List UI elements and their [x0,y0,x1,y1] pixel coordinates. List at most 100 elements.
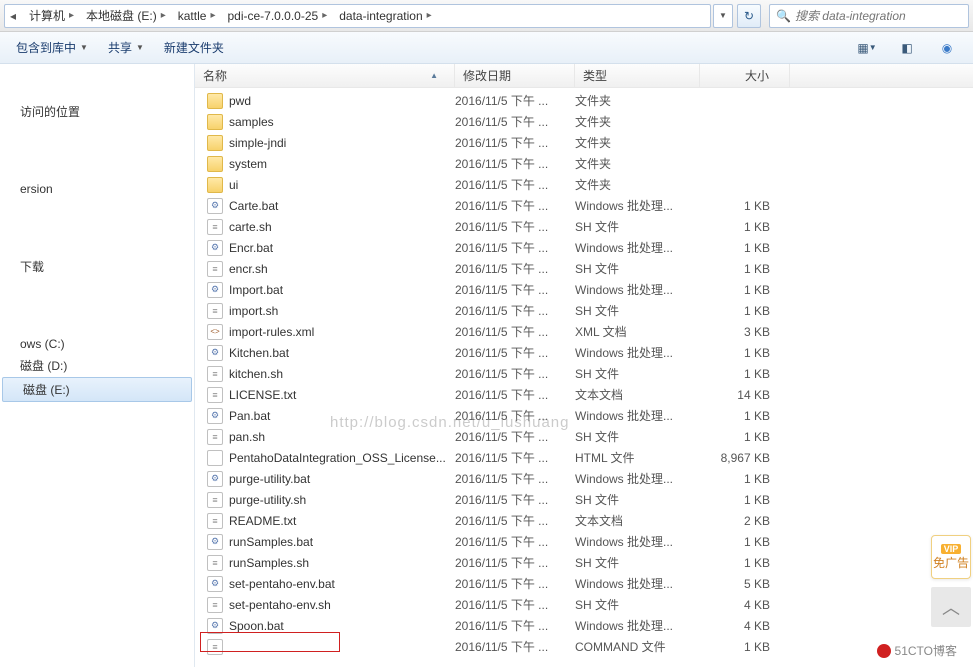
file-size: 1 KB [700,304,790,318]
file-date: 2016/11/5 下午 ... [455,638,575,655]
file-type: SH 文件 [575,554,700,571]
sidebar-item-version[interactable]: ersion [0,179,194,199]
column-header-name[interactable]: 名称▲ [195,64,455,87]
file-type: SH 文件 [575,218,700,235]
search-box[interactable]: 🔍 [769,4,969,28]
sidebar-item-downloads[interactable]: 下载 [0,255,194,278]
file-row[interactable]: Spoon.bat2016/11/5 下午 ...Windows 批处理...4… [195,615,973,636]
file-row[interactable]: encr.sh2016/11/5 下午 ...SH 文件1 KB [195,258,973,279]
txt-icon [207,513,223,529]
file-size: 14 KB [700,388,790,402]
file-row[interactable]: system2016/11/5 下午 ...文件夹 [195,153,973,174]
file-row[interactable]: Pan.bat2016/11/5 下午 ...Windows 批处理...1 K… [195,405,973,426]
sidebar-item-recent[interactable]: 访问的位置 [0,100,194,123]
file-row[interactable]: purge-utility.sh2016/11/5 下午 ...SH 文件1 K… [195,489,973,510]
breadcrumb-item[interactable]: 计算机▸ [21,5,78,27]
history-dropdown-button[interactable]: ▼ [713,4,733,28]
breadcrumb-item[interactable]: 本地磁盘 (E:)▸ [78,5,170,27]
file-size: 4 KB [700,619,790,633]
file-row[interactable]: samples2016/11/5 下午 ...文件夹 [195,111,973,132]
file-row[interactable]: purge-utility.bat2016/11/5 下午 ...Windows… [195,468,973,489]
file-row[interactable]: Kitchen.bat2016/11/5 下午 ...Windows 批处理..… [195,342,973,363]
file-row[interactable]: Carte.bat2016/11/5 下午 ...Windows 批处理...1… [195,195,973,216]
file-type: Windows 批处理... [575,470,700,487]
file-row[interactable]: ui2016/11/5 下午 ...文件夹 [195,174,973,195]
file-row[interactable]: Import.bat2016/11/5 下午 ...Windows 批处理...… [195,279,973,300]
file-row[interactable]: simple-jndi2016/11/5 下午 ...文件夹 [195,132,973,153]
file-date: 2016/11/5 下午 ... [455,92,575,109]
file-size: 1 KB [700,283,790,297]
view-options-button[interactable]: ▦ ▼ [849,37,885,59]
file-row[interactable]: import.sh2016/11/5 下午 ...SH 文件1 KB [195,300,973,321]
share-button[interactable]: 共享▼ [100,37,152,59]
file-type: SH 文件 [575,302,700,319]
sh-icon [207,492,223,508]
scroll-to-top-button[interactable]: ︿ [931,587,971,627]
file-row[interactable]: README.txt2016/11/5 下午 ...文本文档2 KB [195,510,973,531]
file-row[interactable]: set-pentaho-env.bat2016/11/5 下午 ...Windo… [195,573,973,594]
file-type: SH 文件 [575,428,700,445]
file-name: import-rules.xml [229,325,314,339]
sh-icon [207,555,223,571]
file-type: Windows 批处理... [575,617,700,634]
file-date: 2016/11/5 下午 ... [455,428,575,445]
file-row[interactable]: carte.sh2016/11/5 下午 ...SH 文件1 KB [195,216,973,237]
file-row[interactable]: pan.sh2016/11/5 下午 ...SH 文件1 KB [195,426,973,447]
breadcrumb-container[interactable]: ◂ 计算机▸本地磁盘 (E:)▸kattle▸pdi-ce-7.0.0.0-25… [4,4,711,28]
file-row[interactable]: LICENSE.txt2016/11/5 下午 ...文本文档14 KB [195,384,973,405]
file-name: README.txt [229,514,296,528]
sidebar-item-d-drive[interactable]: 磁盘 (D:) [0,354,194,377]
sh-icon [207,261,223,277]
file-date: 2016/11/5 下午 ... [455,596,575,613]
vip-badge[interactable]: VIP 免广告 [931,535,971,579]
file-size: 1 KB [700,640,790,654]
toolbar: 包含到库中▼ 共享▼ 新建文件夹 ▦ ▼ ◧ ◉ [0,32,973,64]
include-in-library-button[interactable]: 包含到库中▼ [8,37,96,59]
footer-watermark: 51CTO博客 [877,642,957,659]
sidebar-item-e-drive[interactable]: 磁盘 (E:) [2,377,192,402]
file-date: 2016/11/5 下午 ... [455,512,575,529]
breadcrumb-item[interactable]: data-integration▸ [331,5,435,27]
file-row[interactable]: kitchen.sh2016/11/5 下午 ...SH 文件1 KB [195,363,973,384]
column-headers: 名称▲ 修改日期 类型 大小 [195,64,973,88]
file-type: 文本文档 [575,386,700,403]
new-folder-button[interactable]: 新建文件夹 [156,37,232,59]
file-type: SH 文件 [575,260,700,277]
bat-icon [207,240,223,256]
file-row[interactable]: pwd2016/11/5 下午 ...文件夹 [195,90,973,111]
sh-icon [207,303,223,319]
file-date: 2016/11/5 下午 ... [455,281,575,298]
folder-icon [207,177,223,193]
preview-pane-button[interactable]: ◧ [889,37,925,59]
file-name: simple-jndi [229,136,286,150]
breadcrumb-item[interactable]: kattle▸ [170,5,220,27]
sidebar-item-c-drive[interactable]: ows (C:) [0,334,194,354]
file-date: 2016/11/5 下午 ... [455,302,575,319]
column-header-size[interactable]: 大小 [700,64,790,87]
file-name: encr.sh [229,262,268,276]
help-button[interactable]: ◉ [929,37,965,59]
file-row[interactable]: PentahoDataIntegration_OSS_License...201… [195,447,973,468]
file-row[interactable]: runSamples.bat2016/11/5 下午 ...Windows 批处… [195,531,973,552]
file-type: COMMAND 文件 [575,638,700,655]
breadcrumb-item[interactable]: pdi-ce-7.0.0.0-25▸ [219,5,331,27]
file-name: runSamples.bat [229,535,313,549]
sh-icon [207,429,223,445]
file-type: Windows 批处理... [575,533,700,550]
file-row[interactable]: Encr.bat2016/11/5 下午 ...Windows 批处理...1 … [195,237,973,258]
file-type: XML 文档 [575,323,700,340]
search-icon: 🔍 [776,9,791,23]
refresh-button[interactable]: ↻ [737,4,761,28]
file-row[interactable]: set-pentaho-env.sh2016/11/5 下午 ...SH 文件4… [195,594,973,615]
column-header-date[interactable]: 修改日期 [455,64,575,87]
search-input[interactable] [795,9,962,23]
file-type: Windows 批处理... [575,281,700,298]
file-date: 2016/11/5 下午 ... [455,155,575,172]
column-header-type[interactable]: 类型 [575,64,700,87]
file-row[interactable]: import-rules.xml2016/11/5 下午 ...XML 文档3 … [195,321,973,342]
file-row[interactable]: 2016/11/5 下午 ...COMMAND 文件1 KB [195,636,973,657]
file-size: 1 KB [700,199,790,213]
file-row[interactable]: runSamples.sh2016/11/5 下午 ...SH 文件1 KB [195,552,973,573]
nav-history-icon[interactable]: ◂ [5,5,21,27]
navigation-sidebar: 访问的位置 ersion 下载 ows (C:) 磁盘 (D:) 磁盘 (E:) [0,64,195,667]
